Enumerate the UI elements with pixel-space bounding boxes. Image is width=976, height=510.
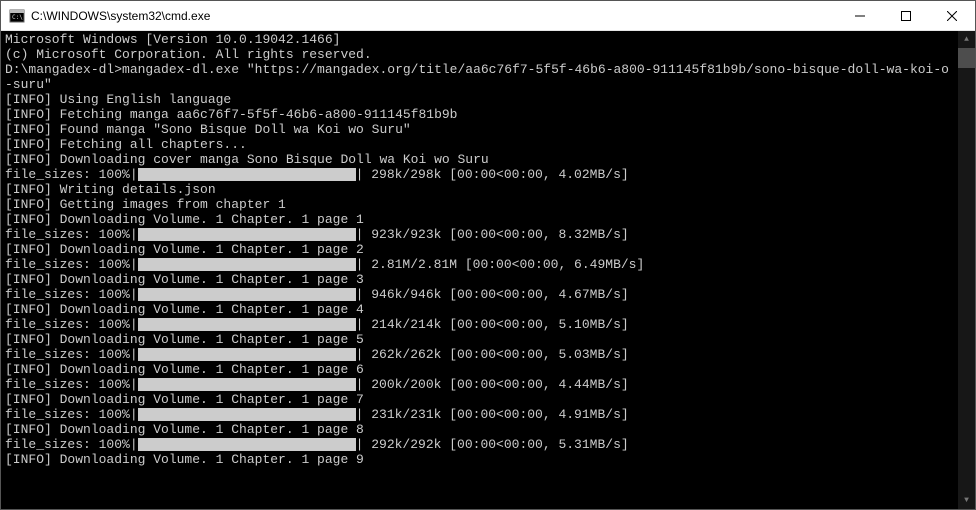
terminal-line: [INFO] Found manga "Sono Bisque Doll wa … — [5, 122, 954, 137]
terminal-line: [INFO] Downloading Volume. 1 Chapter. 1 … — [5, 272, 954, 287]
progress-line: file_sizes: 100%| | 298k/298k [00:00<00:0… — [5, 167, 954, 182]
progress-line: file_sizes: 100%| | 262k/262k [00:00<00:0… — [5, 347, 954, 362]
scrollbar-thumb[interactable] — [958, 48, 975, 68]
terminal-line: [INFO] Writing details.json — [5, 182, 954, 197]
terminal-line: [INFO] Getting images from chapter 1 — [5, 197, 954, 212]
progress-suffix: | 292k/292k [00:00<00:00, 5.31MB/s] — [356, 437, 629, 452]
progress-prefix: file_sizes: 100%| — [5, 167, 138, 182]
progress-bar — [138, 318, 356, 331]
minimize-icon — [855, 11, 865, 21]
terminal-line: [INFO] Downloading Volume. 1 Chapter. 1 … — [5, 212, 954, 227]
progress-suffix: | 262k/262k [00:00<00:00, 5.03MB/s] — [356, 347, 629, 362]
terminal-area: Microsoft Windows [Version 10.0.19042.14… — [1, 31, 975, 509]
progress-suffix: | 2.81M/2.81M [00:00<00:00, 6.49MB/s] — [356, 257, 645, 272]
terminal-line: [INFO] Downloading Volume. 1 Chapter. 1 … — [5, 452, 954, 467]
progress-prefix: file_sizes: 100%| — [5, 257, 138, 272]
close-icon — [947, 11, 957, 21]
titlebar[interactable]: C:\ C:\WINDOWS\system32\cmd.exe — [1, 1, 975, 31]
progress-line: file_sizes: 100%| | 200k/200k [00:00<00:0… — [5, 377, 954, 392]
close-button[interactable] — [929, 1, 975, 30]
scrollbar-down-arrow[interactable]: ▼ — [958, 492, 975, 509]
terminal-output[interactable]: Microsoft Windows [Version 10.0.19042.14… — [1, 31, 958, 509]
terminal-line: [INFO] Downloading Volume. 1 Chapter. 1 … — [5, 362, 954, 377]
progress-line: file_sizes: 100%| | 946k/946k [00:00<00:0… — [5, 287, 954, 302]
terminal-line: Microsoft Windows [Version 10.0.19042.14… — [5, 32, 954, 47]
progress-line: file_sizes: 100%| | 292k/292k [00:00<00:0… — [5, 437, 954, 452]
progress-prefix: file_sizes: 100%| — [5, 377, 138, 392]
progress-prefix: file_sizes: 100%| — [5, 287, 138, 302]
progress-line: file_sizes: 100%| | 923k/923k [00:00<00:0… — [5, 227, 954, 242]
progress-bar — [138, 228, 356, 241]
maximize-button[interactable] — [883, 1, 929, 30]
progress-prefix: file_sizes: 100%| — [5, 347, 138, 362]
terminal-line: [INFO] Fetching all chapters... — [5, 137, 954, 152]
cmd-icon: C:\ — [9, 8, 25, 24]
progress-bar — [138, 258, 356, 271]
terminal-line: [INFO] Downloading Volume. 1 Chapter. 1 … — [5, 302, 954, 317]
progress-bar — [138, 408, 356, 421]
progress-suffix: | 923k/923k [00:00<00:00, 8.32MB/s] — [356, 227, 629, 242]
terminal-line: [INFO] Fetching manga aa6c76f7-5f5f-46b6… — [5, 107, 954, 122]
terminal-line: [INFO] Downloading cover manga Sono Bisq… — [5, 152, 954, 167]
progress-bar — [138, 438, 356, 451]
progress-prefix: file_sizes: 100%| — [5, 317, 138, 332]
progress-bar — [138, 168, 356, 181]
svg-text:C:\: C:\ — [12, 14, 23, 21]
minimize-button[interactable] — [837, 1, 883, 30]
maximize-icon — [901, 11, 911, 21]
progress-line: file_sizes: 100%| | 2.81M/2.81M [00:00<00… — [5, 257, 954, 272]
progress-suffix: | 200k/200k [00:00<00:00, 4.44MB/s] — [356, 377, 629, 392]
terminal-line: [INFO] Using English language — [5, 92, 954, 107]
vertical-scrollbar[interactable]: ▲ ▼ — [958, 31, 975, 509]
progress-bar — [138, 288, 356, 301]
window-title: C:\WINDOWS\system32\cmd.exe — [31, 9, 837, 23]
progress-line: file_sizes: 100%| | 231k/231k [00:00<00:0… — [5, 407, 954, 422]
progress-suffix: | 298k/298k [00:00<00:00, 4.02MB/s] — [356, 167, 629, 182]
terminal-line: [INFO] Downloading Volume. 1 Chapter. 1 … — [5, 422, 954, 437]
progress-suffix: | 231k/231k [00:00<00:00, 4.91MB/s] — [356, 407, 629, 422]
progress-bar — [138, 378, 356, 391]
progress-suffix: | 214k/214k [00:00<00:00, 5.10MB/s] — [356, 317, 629, 332]
progress-line: file_sizes: 100%| | 214k/214k [00:00<00:0… — [5, 317, 954, 332]
terminal-line: D:\mangadex-dl>mangadex-dl.exe "https://… — [5, 62, 954, 92]
terminal-line: (c) Microsoft Corporation. All rights re… — [5, 47, 954, 62]
terminal-line: [INFO] Downloading Volume. 1 Chapter. 1 … — [5, 392, 954, 407]
progress-prefix: file_sizes: 100%| — [5, 227, 138, 242]
progress-suffix: | 946k/946k [00:00<00:00, 4.67MB/s] — [356, 287, 629, 302]
terminal-line: [INFO] Downloading Volume. 1 Chapter. 1 … — [5, 242, 954, 257]
terminal-line: [INFO] Downloading Volume. 1 Chapter. 1 … — [5, 332, 954, 347]
progress-prefix: file_sizes: 100%| — [5, 407, 138, 422]
cmd-window: C:\ C:\WINDOWS\system32\cmd.exe Microsof… — [0, 0, 976, 510]
progress-bar — [138, 348, 356, 361]
window-controls — [837, 1, 975, 30]
progress-prefix: file_sizes: 100%| — [5, 437, 138, 452]
scrollbar-up-arrow[interactable]: ▲ — [958, 31, 975, 48]
